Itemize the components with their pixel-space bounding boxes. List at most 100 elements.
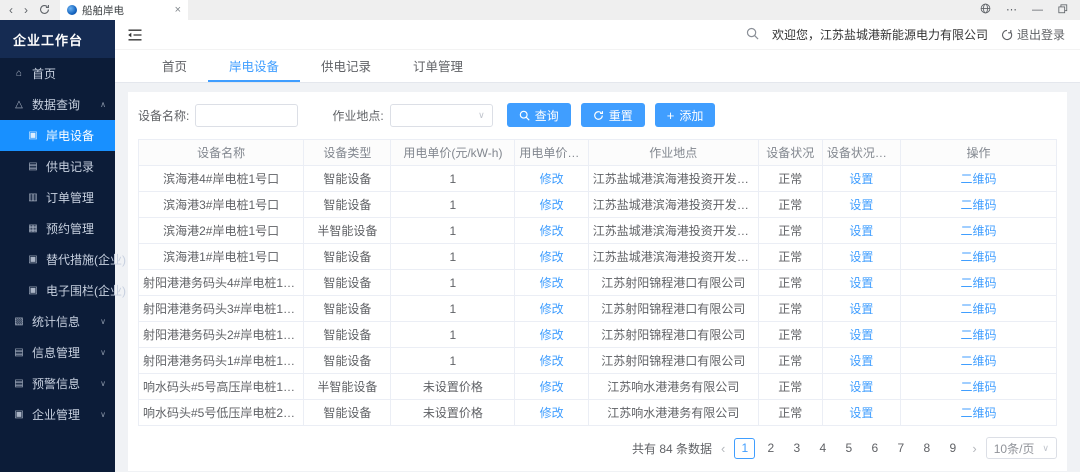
tab-close-icon[interactable]: × bbox=[175, 4, 181, 16]
cell: 1 bbox=[391, 322, 515, 348]
sidebar-item-warning-info[interactable]: ▤预警信息∨ bbox=[0, 368, 115, 399]
tab-岸电设备[interactable]: 岸电设备 bbox=[208, 50, 300, 82]
page-5[interactable]: 5 bbox=[838, 438, 859, 459]
modify-link[interactable]: 修改 bbox=[540, 276, 564, 290]
settings-link[interactable]: 设置 bbox=[849, 302, 873, 316]
cell: 响水码头#5号低压岸电桩2号口 bbox=[139, 400, 304, 426]
qrcode-link[interactable]: 二维码 bbox=[960, 380, 996, 394]
globe-icon[interactable] bbox=[980, 3, 991, 17]
sidebar-item-home[interactable]: ⌂首页 bbox=[0, 58, 115, 89]
qrcode-link[interactable]: 二维码 bbox=[960, 172, 996, 186]
sidebar-item-label: 替代措施(企业) bbox=[46, 251, 126, 268]
sidebar-item-electronic-fence[interactable]: ▣电子围栏(企业) bbox=[0, 275, 115, 306]
order-icon: ▥ bbox=[27, 192, 39, 203]
settings-link[interactable]: 设置 bbox=[849, 406, 873, 420]
cell: 响水码头#5号高压岸电桩1号口 bbox=[139, 374, 304, 400]
tab-供电记录[interactable]: 供电记录 bbox=[300, 50, 392, 82]
settings-link[interactable]: 设置 bbox=[849, 380, 873, 394]
forward-icon[interactable]: › bbox=[24, 4, 28, 16]
settings-link[interactable]: 设置 bbox=[849, 276, 873, 290]
back-icon[interactable]: ‹ bbox=[9, 4, 13, 16]
settings-link[interactable]: 设置 bbox=[849, 198, 873, 212]
sidebar-item-enterprise-management[interactable]: ▣企业管理∨ bbox=[0, 399, 115, 430]
qrcode-link[interactable]: 二维码 bbox=[960, 224, 996, 238]
device-name-input[interactable] bbox=[195, 104, 298, 127]
sidebar-item-reservation-management[interactable]: ▦预约管理 bbox=[0, 213, 115, 244]
page-7[interactable]: 7 bbox=[890, 438, 911, 459]
cell: 正常 bbox=[758, 322, 822, 348]
fence-icon: ▣ bbox=[27, 285, 39, 296]
sidebar-item-order-management[interactable]: ▥订单管理 bbox=[0, 182, 115, 213]
modify-link[interactable]: 修改 bbox=[540, 406, 564, 420]
table-row: 响水码头#5号高压岸电桩1号口半智能设备未设置价格修改江苏响水港港务有限公司正常… bbox=[139, 374, 1057, 400]
tab-首页[interactable]: 首页 bbox=[141, 50, 208, 82]
qrcode-link[interactable]: 二维码 bbox=[960, 328, 996, 342]
modify-link[interactable]: 修改 bbox=[540, 380, 564, 394]
modify-link[interactable]: 修改 bbox=[540, 198, 564, 212]
modify-link[interactable]: 修改 bbox=[540, 328, 564, 342]
search-icon[interactable] bbox=[746, 27, 759, 43]
cell: 江苏盐城港滨海港投资开发有限公司 bbox=[588, 244, 758, 270]
menu-fold-icon[interactable] bbox=[127, 28, 143, 42]
qrcode-link[interactable]: 二维码 bbox=[960, 302, 996, 316]
column-header: 设备状况设置 bbox=[822, 140, 900, 166]
sidebar-item-label: 数据查询 bbox=[32, 96, 80, 113]
chevron-down-icon: ∨ bbox=[478, 110, 485, 121]
location-select[interactable]: ∨ bbox=[390, 104, 493, 127]
more-icon[interactable]: ⋯ bbox=[1006, 5, 1017, 16]
page-4[interactable]: 4 bbox=[812, 438, 833, 459]
cell: 正常 bbox=[758, 348, 822, 374]
modify-link[interactable]: 修改 bbox=[540, 172, 564, 186]
page-2[interactable]: 2 bbox=[760, 438, 781, 459]
minimize-icon[interactable]: — bbox=[1032, 5, 1043, 16]
modify-link[interactable]: 修改 bbox=[540, 354, 564, 368]
sidebar-item-label: 信息管理 bbox=[32, 344, 80, 361]
modify-link[interactable]: 修改 bbox=[540, 250, 564, 264]
cell: 1 bbox=[391, 244, 515, 270]
modify-link[interactable]: 修改 bbox=[540, 224, 564, 238]
sidebar-item-alternative-measures[interactable]: ▣替代措施(企业) bbox=[0, 244, 115, 275]
search-button[interactable]: 查询 bbox=[507, 103, 571, 127]
restore-icon[interactable] bbox=[1058, 4, 1068, 17]
browser-tab-title: 船舶岸电 bbox=[82, 3, 170, 18]
cell: 江苏射阳锦程港口有限公司 bbox=[588, 322, 758, 348]
cell: 智能设备 bbox=[304, 400, 391, 426]
browser-chrome: ‹ › 船舶岸电 × ⋯ — bbox=[0, 0, 1080, 20]
page-1[interactable]: 1 bbox=[734, 438, 755, 459]
next-page-icon[interactable]: › bbox=[970, 441, 978, 456]
settings-link[interactable]: 设置 bbox=[849, 328, 873, 342]
qrcode-link[interactable]: 二维码 bbox=[960, 198, 996, 212]
sidebar: 企业工作台 ⌂首页△数据查询∧▣岸电设备▤供电记录▥订单管理▦预约管理▣替代措施… bbox=[0, 20, 115, 472]
cell: 半智能设备 bbox=[304, 374, 391, 400]
sidebar-item-data-query[interactable]: △数据查询∧ bbox=[0, 89, 115, 120]
logout-button[interactable]: 退出登录 bbox=[1001, 26, 1065, 43]
add-button[interactable]: + 添加 bbox=[655, 103, 716, 127]
qrcode-link[interactable]: 二维码 bbox=[960, 354, 996, 368]
page-size-select[interactable]: 10条/页 ∨ bbox=[986, 437, 1057, 459]
qrcode-link[interactable]: 二维码 bbox=[960, 250, 996, 264]
browser-tab[interactable]: 船舶岸电 × bbox=[60, 0, 188, 20]
qrcode-link[interactable]: 二维码 bbox=[960, 276, 996, 290]
reset-button[interactable]: 重置 bbox=[581, 103, 645, 127]
settings-link[interactable]: 设置 bbox=[849, 172, 873, 186]
sidebar-item-power-supply-record[interactable]: ▤供电记录 bbox=[0, 151, 115, 182]
prev-page-icon[interactable]: ‹ bbox=[719, 441, 727, 456]
sidebar-item-statistics-info[interactable]: ▧统计信息∨ bbox=[0, 306, 115, 337]
page-6[interactable]: 6 bbox=[864, 438, 885, 459]
settings-link[interactable]: 设置 bbox=[849, 354, 873, 368]
settings-link[interactable]: 设置 bbox=[849, 250, 873, 264]
qrcode-link[interactable]: 二维码 bbox=[960, 406, 996, 420]
sidebar-item-shore-power-device[interactable]: ▣岸电设备 bbox=[0, 120, 115, 151]
settings-link[interactable]: 设置 bbox=[849, 224, 873, 238]
sidebar-item-label: 预警信息 bbox=[32, 375, 80, 392]
page-8[interactable]: 8 bbox=[916, 438, 937, 459]
page-9[interactable]: 9 bbox=[942, 438, 963, 459]
device-list-card: 设备名称: 作业地点: ∨ 查询 重置 bbox=[128, 92, 1067, 471]
record-icon: ▤ bbox=[27, 161, 39, 172]
modify-link[interactable]: 修改 bbox=[540, 302, 564, 316]
sidebar-item-info-management[interactable]: ▤信息管理∨ bbox=[0, 337, 115, 368]
page-3[interactable]: 3 bbox=[786, 438, 807, 459]
tab-订单管理[interactable]: 订单管理 bbox=[392, 50, 484, 82]
reload-icon[interactable] bbox=[39, 4, 50, 17]
app-title: 企业工作台 bbox=[0, 20, 115, 58]
